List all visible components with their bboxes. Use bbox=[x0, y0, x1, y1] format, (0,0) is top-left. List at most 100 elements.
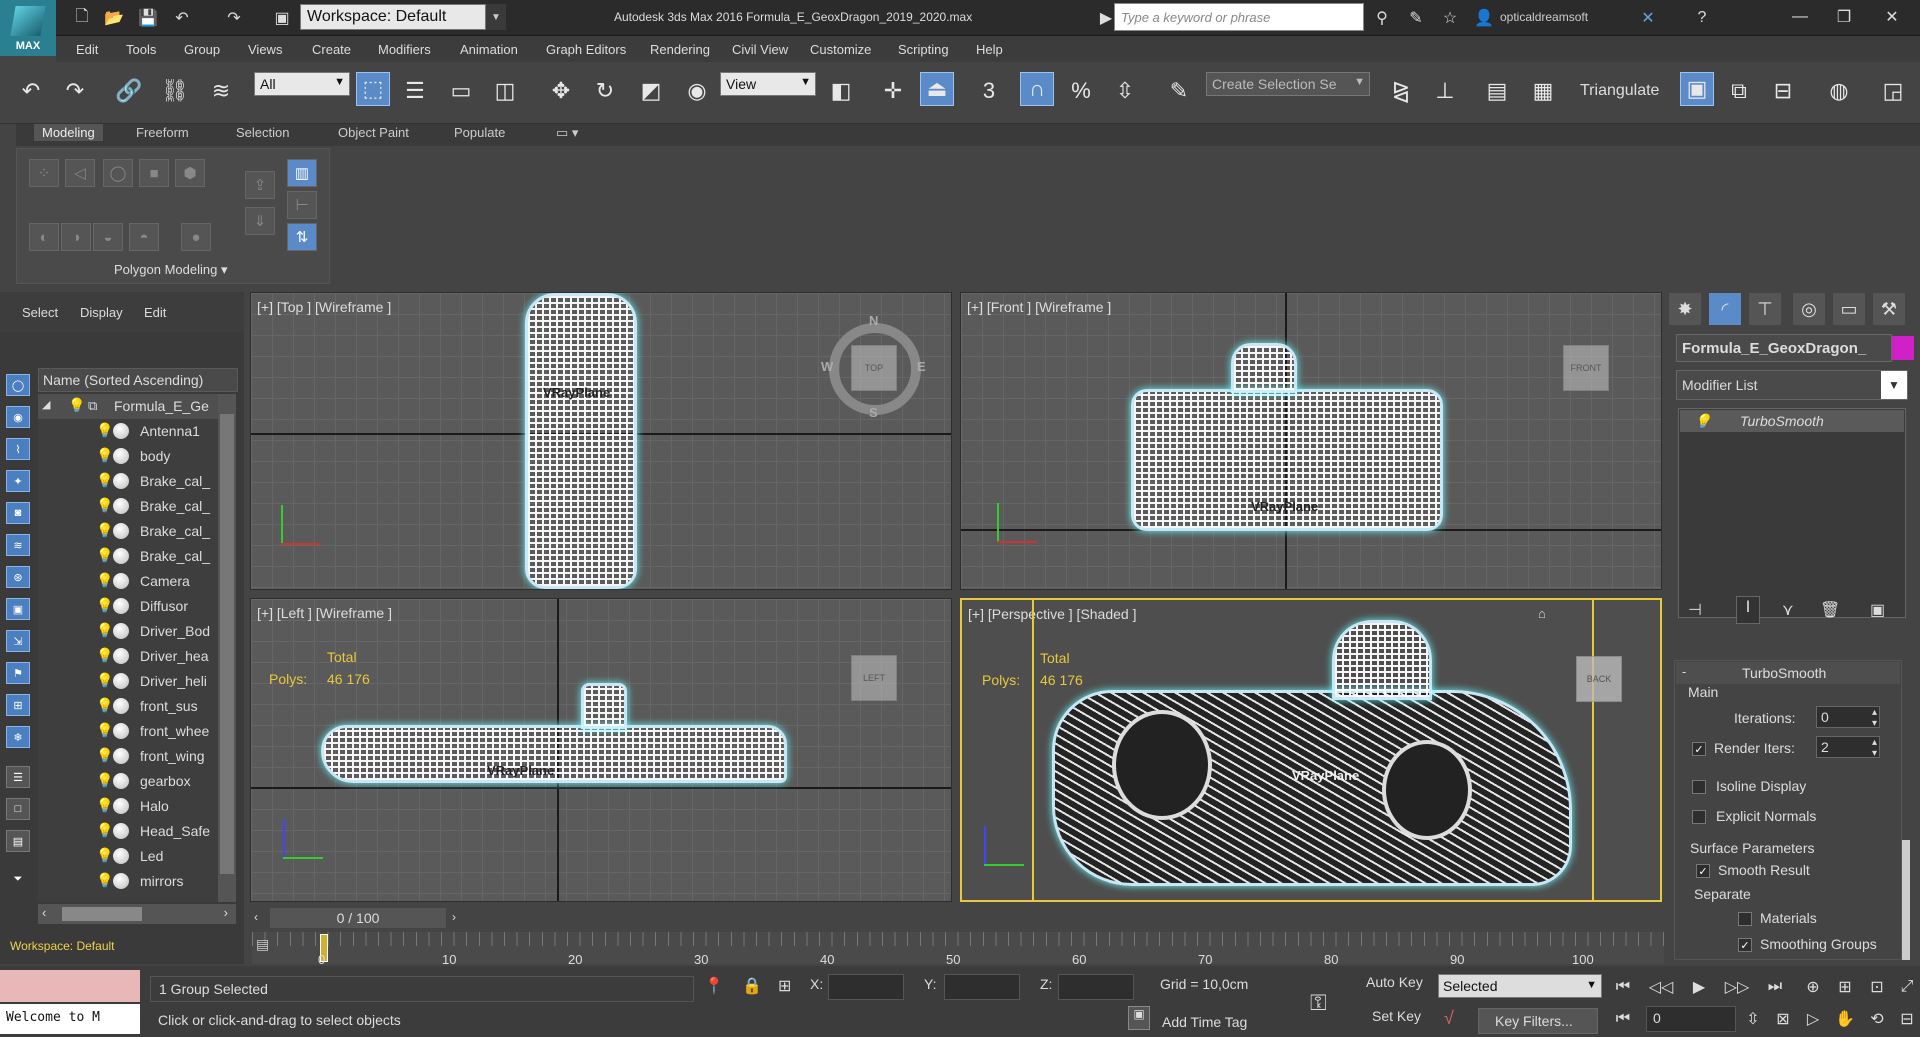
goto-end-icon[interactable]: ⏭ bbox=[1762, 974, 1788, 1000]
menu-tools[interactable]: Tools bbox=[126, 42, 156, 57]
bind-to-space-warp-icon[interactable]: ≋ bbox=[204, 74, 238, 108]
viewport-top[interactable]: [+] [Top ] [Wireframe ] VRayPlane TOP N … bbox=[250, 292, 952, 590]
play-icon[interactable]: ▶ bbox=[1686, 974, 1712, 1000]
scene-explorer-toggle-icon[interactable]: ▣ bbox=[1680, 72, 1714, 106]
collapse-stack-icon[interactable]: ⇪ bbox=[245, 171, 275, 199]
viewport-label[interactable]: [+] [Perspective ] [Shaded ] bbox=[968, 606, 1137, 622]
list-item-root-group[interactable]: ◢ 💡 ⧉ Formula_E_Ge bbox=[38, 394, 218, 419]
spinner-snap-icon[interactable]: ⇳ bbox=[1108, 74, 1142, 108]
invert-display-icon[interactable]: ▤ bbox=[6, 830, 30, 852]
workspace-dropdown[interactable]: Workspace: Default bbox=[300, 4, 486, 30]
create-panel-icon[interactable]: ✸ bbox=[1668, 292, 1702, 326]
select-and-place-icon[interactable]: ◉ bbox=[680, 74, 714, 108]
modifier-list-dropdown[interactable]: Modifier List ▼ bbox=[1676, 370, 1908, 400]
new-scene-icon[interactable]: 🗋 bbox=[70, 6, 94, 30]
viewcube[interactable]: FRONT bbox=[1563, 345, 1609, 391]
element-mode-icon[interactable]: ⬢ bbox=[175, 159, 205, 187]
display-all-icon[interactable]: ☰ bbox=[6, 766, 30, 788]
key-filters-button[interactable]: Key Filters... bbox=[1478, 1008, 1598, 1034]
tab-freeform[interactable]: Freeform bbox=[128, 124, 197, 141]
previous-modifier-icon[interactable]: ◑ bbox=[61, 223, 91, 251]
save-file-icon[interactable]: 💾 bbox=[136, 6, 160, 30]
viewport-label[interactable]: [+] [Left ] [Wireframe ] bbox=[257, 605, 392, 621]
compass-west[interactable]: W bbox=[821, 359, 833, 374]
zoom-extents-selected-icon[interactable]: ⊡ bbox=[1864, 974, 1890, 1000]
zoom-extents-icon[interactable]: ⊕ bbox=[1800, 974, 1826, 1000]
select-and-scale-icon[interactable]: ◩ bbox=[634, 74, 668, 108]
scene-explorer-select-menu[interactable]: Select bbox=[22, 305, 58, 320]
car-wireframe-front-halo[interactable] bbox=[1231, 343, 1297, 393]
menu-group[interactable]: Group bbox=[184, 42, 220, 57]
spinner-arrows-icon[interactable]: ▴ ▾ bbox=[1872, 737, 1877, 759]
next-frame-icon[interactable]: ▷▷ bbox=[1724, 974, 1750, 1000]
scene-explorer-display-menu[interactable]: Display bbox=[80, 305, 123, 320]
isoline-display-checkbox[interactable] bbox=[1692, 780, 1706, 794]
close-window-icon[interactable]: ✕ bbox=[1872, 4, 1912, 30]
modify-panel-icon[interactable]: ◜ bbox=[1708, 292, 1742, 326]
viewcube[interactable]: BACK bbox=[1576, 656, 1622, 702]
scrollbar-thumb[interactable] bbox=[62, 907, 142, 921]
time-configuration-icon[interactable]: ⇳ bbox=[1740, 1006, 1766, 1032]
select-and-rotate-icon[interactable]: ↻ bbox=[588, 74, 622, 108]
preserve-uvs-icon[interactable]: ● bbox=[181, 223, 211, 251]
display-none-icon[interactable]: ◯ bbox=[6, 374, 30, 396]
display-geometry-icon[interactable]: ◉ bbox=[6, 406, 30, 428]
object-color-swatch[interactable] bbox=[1892, 336, 1914, 360]
chevron-left-icon[interactable]: ‹ bbox=[42, 905, 46, 920]
display-helpers-icon[interactable]: ≋ bbox=[6, 534, 30, 556]
schematic-view-icon[interactable]: ⊟ bbox=[1766, 74, 1800, 108]
adaptive-degradation-icon[interactable]: ▣ bbox=[1128, 1006, 1150, 1030]
display-groups-icon[interactable]: ▣ bbox=[6, 598, 30, 620]
field-of-view-icon[interactable]: ▷ bbox=[1800, 1006, 1826, 1032]
x-coord-field[interactable] bbox=[828, 974, 904, 1000]
light-bulb-icon[interactable]: 💡 bbox=[96, 422, 113, 439]
list-item[interactable]: 💡 Head_Safe bbox=[38, 819, 218, 844]
auto-key-button[interactable]: Auto Key bbox=[1366, 974, 1423, 990]
user-icon[interactable]: 👤 bbox=[1472, 6, 1496, 30]
light-bulb-icon[interactable]: 💡 bbox=[96, 547, 113, 564]
rectangular-selection-icon[interactable]: ▭ bbox=[444, 74, 478, 108]
menu-help[interactable]: Help bbox=[976, 42, 1003, 57]
home-icon[interactable]: ⌂ bbox=[1538, 606, 1546, 621]
list-item[interactable]: 💡 Brake_cal_ bbox=[38, 494, 218, 519]
selection-filter-dropdown[interactable]: All ▼ bbox=[254, 72, 350, 96]
menu-rendering[interactable]: Rendering bbox=[650, 42, 710, 57]
ribbon-toggle-icon[interactable]: ▦ bbox=[1526, 74, 1560, 108]
list-item[interactable]: 💡 mirrors bbox=[38, 869, 218, 894]
menu-modifiers[interactable]: Modifiers bbox=[378, 42, 431, 57]
chevron-down-icon[interactable]: ▼ bbox=[486, 4, 506, 30]
add-time-tag[interactable]: Add Time Tag bbox=[1162, 1014, 1247, 1030]
command-panel-scrollbar[interactable] bbox=[1902, 840, 1910, 960]
light-bulb-icon[interactable]: 💡 bbox=[96, 697, 113, 714]
minimize-window-icon[interactable]: — bbox=[1780, 4, 1820, 30]
select-and-link-icon[interactable]: 🔗 bbox=[112, 74, 146, 108]
percent-snap-icon[interactable]: % bbox=[1064, 74, 1098, 108]
light-bulb-icon[interactable]: 💡 bbox=[96, 572, 113, 589]
list-item[interactable]: 💡 Brake_cal_ bbox=[38, 519, 218, 544]
viewport-front[interactable]: [+] [Front ] [Wireframe ] VRayPlane FRON… bbox=[960, 292, 1662, 590]
chevron-left-icon[interactable]: ‹ bbox=[254, 910, 258, 924]
horizontal-scrollbar[interactable]: ‹ › bbox=[38, 904, 236, 924]
layer-explorer-icon[interactable]: ▤ bbox=[1480, 74, 1514, 108]
display-panel-icon[interactable]: ▭ bbox=[1832, 292, 1866, 326]
viewcube[interactable]: TOP bbox=[851, 345, 897, 391]
binoculars-icon[interactable]: ⚲ bbox=[1370, 6, 1394, 30]
keyboard-shortcut-override-icon[interactable]: ⏏ bbox=[920, 72, 954, 106]
display-space-warps-icon[interactable]: ⊛ bbox=[6, 566, 30, 588]
select-object-icon[interactable]: ⬚ bbox=[356, 72, 390, 106]
maximize-viewport-icon[interactable]: ⤢ bbox=[1894, 974, 1920, 1000]
list-item[interactable]: 💡 front_wing bbox=[38, 744, 218, 769]
select-and-move-icon[interactable]: ✥ bbox=[544, 74, 578, 108]
project-folder-icon[interactable]: ▣ bbox=[270, 6, 294, 30]
border-mode-icon[interactable]: ◯ bbox=[103, 159, 133, 187]
list-item[interactable]: 💡 Driver_hea bbox=[38, 644, 218, 669]
light-bulb-icon[interactable]: 💡 bbox=[96, 597, 113, 614]
compass-south[interactable]: S bbox=[869, 405, 878, 420]
set-key-button[interactable]: Set Key bbox=[1372, 1008, 1421, 1024]
iterations-spinner[interactable]: 0 bbox=[1816, 706, 1880, 728]
configure-modifier-sets-icon[interactable]: ▣ bbox=[1870, 600, 1885, 620]
viewcube[interactable]: LEFT bbox=[851, 655, 897, 701]
next-modifier-icon[interactable]: ◒ bbox=[93, 223, 123, 251]
spinner-arrows-icon[interactable]: ▴ ▾ bbox=[1872, 707, 1877, 729]
light-bulb-icon[interactable]: 💡 bbox=[96, 872, 113, 889]
